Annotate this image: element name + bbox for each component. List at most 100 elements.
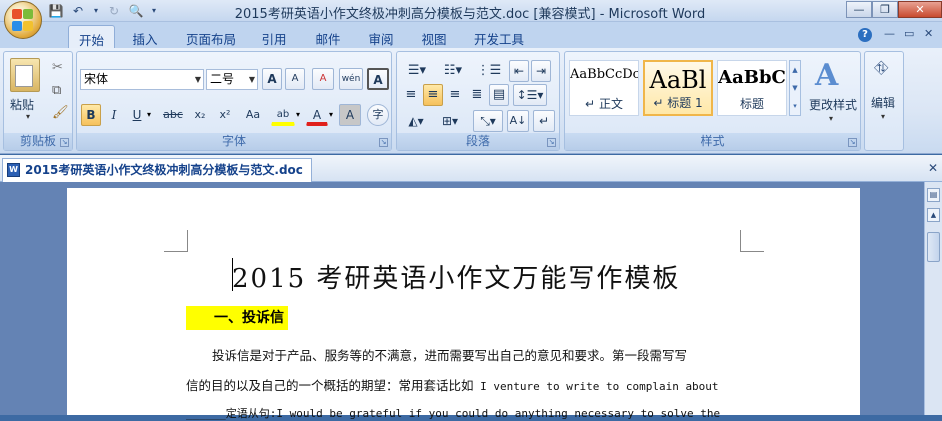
tab-page-layout[interactable]: 页面布局 xyxy=(178,25,244,48)
change-case-button[interactable]: Aa xyxy=(239,104,267,126)
styles-scroll[interactable]: ▲ ▼ ▾ xyxy=(789,60,801,116)
align-left-icon[interactable]: ≡ xyxy=(401,84,421,106)
paragraph-line-2-en: I venture to write to complain about xyxy=(473,380,719,393)
scroll-up-icon[interactable]: ▲ xyxy=(927,208,940,222)
tab-home[interactable]: 开始 xyxy=(68,25,115,48)
decrease-indent-icon[interactable]: ⇤ xyxy=(509,60,529,82)
crop-mark-left xyxy=(164,230,188,252)
doc-minimize-button[interactable]: — xyxy=(884,27,895,40)
ribbon: 粘贴 ▾ ✂ ⧉ 🖌 剪贴板 ↘ 宋体 ▼ 二号 ▼ A A A wén A B I… xyxy=(0,48,942,154)
paragraph-dialog-launcher-icon[interactable]: ↘ xyxy=(547,138,556,147)
style-normal[interactable]: AaBbCcDc ↵ 正文 xyxy=(569,60,639,116)
paste-button-label[interactable]: 粘贴 xyxy=(10,96,44,113)
line-spacing-icon[interactable]: ↕☰▾ xyxy=(513,84,547,106)
font-color-button[interactable]: A xyxy=(306,104,328,126)
document-tab[interactable]: W 2015考研英语小作文终极冲刺高分模板与范文.doc xyxy=(2,158,312,182)
font-size-value: 二号 xyxy=(210,72,235,86)
font-dialog-launcher-icon[interactable]: ↘ xyxy=(379,138,388,147)
paste-icon[interactable] xyxy=(10,58,40,92)
subscript-button[interactable]: x₂ xyxy=(189,104,211,126)
numbering-icon[interactable]: ☷▾ xyxy=(437,60,469,82)
underline-dropdown-icon[interactable]: ▾ xyxy=(147,110,151,119)
repeat-icon[interactable]: ↻ xyxy=(106,3,122,19)
vertical-scrollbar[interactable]: ▤ ▲ xyxy=(924,182,942,415)
font-size-combo[interactable]: 二号 ▼ xyxy=(206,69,258,90)
show-formatting-icon[interactable]: ↵ xyxy=(533,110,555,132)
style-normal-name: 正文 xyxy=(598,97,623,111)
document-tab-close-button[interactable]: ✕ xyxy=(928,161,938,175)
change-styles-dropdown-icon[interactable]: ▾ xyxy=(829,114,833,123)
style-title[interactable]: AaBbC 标题 xyxy=(717,60,787,116)
enclose-characters-button[interactable]: 字 xyxy=(367,104,389,126)
help-icon[interactable]: ? xyxy=(858,28,872,42)
tab-mailings[interactable]: 邮件 xyxy=(306,25,350,48)
italic-button[interactable]: I xyxy=(104,104,124,126)
font-name-combo[interactable]: 宋体 ▼ xyxy=(80,69,204,90)
document-title: 2015 考研英语小作文万能写作模板 xyxy=(232,264,681,294)
heading-complaint-letter: 一、投诉信 xyxy=(186,306,288,330)
styles-group: AaBbCcDc ↵ 正文 AaBl ↵ 标题 1 AaBbC 标题 ▲ ▼ ▾ A… xyxy=(564,51,861,151)
restore-button[interactable]: ❐ xyxy=(872,1,898,18)
office-button[interactable] xyxy=(4,1,42,39)
bullets-icon[interactable]: ☰▾ xyxy=(401,60,433,82)
font-group: 宋体 ▼ 二号 ▼ A A A wén A B I U ▾ abc x₂ x² Aa… xyxy=(76,51,392,151)
align-right-icon[interactable]: ≡ xyxy=(445,84,465,106)
scroll-thumb[interactable] xyxy=(927,232,940,262)
sort-icon[interactable]: A↓ xyxy=(507,110,529,132)
copy-icon[interactable]: ⧉ xyxy=(52,83,61,98)
clipboard-dialog-launcher-icon[interactable]: ↘ xyxy=(60,138,69,147)
paragraph-line-2-cn: 信的目的以及自己的一个概括的期望：常用套话比如 xyxy=(186,378,474,393)
style-heading-1-label: ↵ 标题 1 xyxy=(645,94,711,111)
strikethrough-button[interactable]: abc xyxy=(159,104,187,126)
superscript-button[interactable]: x² xyxy=(214,104,236,126)
underline-button[interactable]: U xyxy=(127,104,147,126)
style-heading-1[interactable]: AaBl ↵ 标题 1 xyxy=(643,60,713,116)
clear-formatting-button[interactable]: A xyxy=(312,68,334,90)
editing-dropdown-icon[interactable]: ▾ xyxy=(881,112,885,121)
character-shading-button[interactable]: A xyxy=(339,104,361,126)
tab-references[interactable]: 引用 xyxy=(252,25,296,48)
chevron-down-icon: ▼ xyxy=(194,75,201,84)
highlight-dropdown-icon[interactable]: ▾ xyxy=(296,110,300,119)
tab-view[interactable]: 视图 xyxy=(412,25,456,48)
doc-restore-button[interactable]: ▭ xyxy=(904,27,914,40)
customize-qat-icon[interactable]: ▾ xyxy=(150,3,158,19)
change-styles-button[interactable]: 更改样式 xyxy=(805,96,861,113)
close-button[interactable]: ✕ xyxy=(898,1,942,18)
doc-close-button[interactable]: ✕ xyxy=(924,27,933,40)
font-name-value: 宋体 xyxy=(84,72,109,86)
shading-icon[interactable]: ◭▾ xyxy=(401,110,431,132)
undo-dropdown-icon[interactable]: ▾ xyxy=(92,3,100,19)
distribute-icon[interactable]: ▤ xyxy=(489,84,509,106)
binoculars-icon[interactable]: ⛗ xyxy=(874,58,888,79)
tab-insert[interactable]: 插入 xyxy=(123,25,167,48)
styles-dialog-launcher-icon[interactable]: ↘ xyxy=(848,138,857,147)
format-painter-icon[interactable]: 🖌 xyxy=(52,105,69,120)
paste-dropdown-icon[interactable]: ▾ xyxy=(26,112,30,121)
font-color-dropdown-icon[interactable]: ▾ xyxy=(329,110,333,119)
increase-indent-icon[interactable]: ⇥ xyxy=(531,60,551,82)
change-styles-icon[interactable]: A xyxy=(815,58,838,93)
save-icon[interactable]: 💾 xyxy=(48,3,64,19)
chinese-layout-icon[interactable]: ⤡▾ xyxy=(473,110,503,132)
borders-icon[interactable]: ⊞▾ xyxy=(435,110,465,132)
tab-review[interactable]: 审阅 xyxy=(359,25,403,48)
bold-button[interactable]: B xyxy=(81,104,101,126)
editing-button[interactable]: 编辑 xyxy=(871,94,895,111)
highlight-button[interactable]: ab xyxy=(271,104,295,126)
print-preview-icon[interactable]: 🔍 xyxy=(128,3,144,19)
multilevel-list-icon[interactable]: ⋮☰ xyxy=(473,60,505,82)
cut-icon[interactable]: ✂ xyxy=(52,60,63,75)
minimize-button[interactable]: — xyxy=(846,1,872,18)
shrink-font-button[interactable]: A xyxy=(285,68,305,90)
tab-developer[interactable]: 开发工具 xyxy=(466,25,532,48)
office-logo-icon xyxy=(12,9,34,31)
grow-font-button[interactable]: A xyxy=(262,68,282,90)
style-normal-preview: AaBbCcDc xyxy=(570,67,638,82)
justify-icon[interactable]: ≣ xyxy=(467,84,487,106)
character-border-button[interactable]: A xyxy=(367,68,389,90)
undo-icon[interactable]: ↶ xyxy=(70,3,86,19)
phonetic-guide-button[interactable]: wén xyxy=(339,68,363,90)
ruler-toggle-icon[interactable]: ▤ xyxy=(927,188,940,202)
align-center-icon[interactable]: ≡ xyxy=(423,84,443,106)
